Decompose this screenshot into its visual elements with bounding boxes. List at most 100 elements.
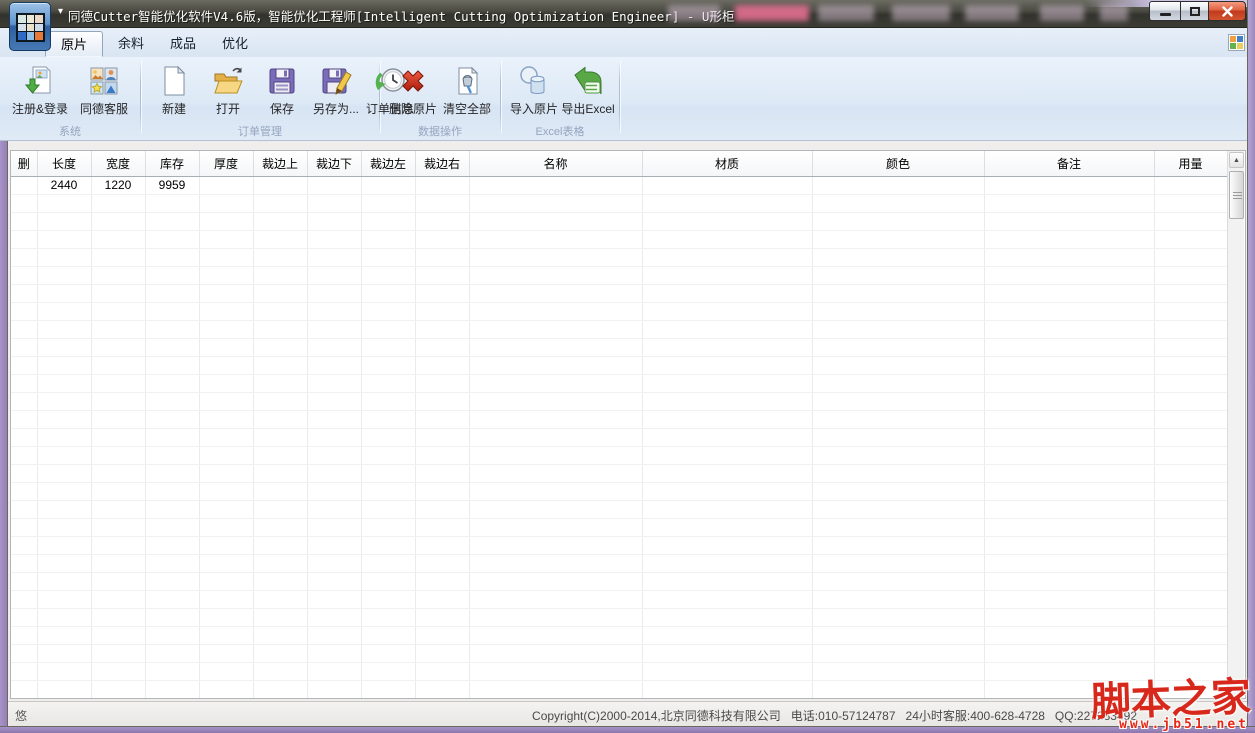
table-cell[interactable] [37,212,91,230]
table-cell[interactable] [37,662,91,680]
table-cell[interactable] [984,410,1154,428]
table-cell[interactable] [11,662,37,680]
table-cell[interactable] [11,482,37,500]
table-cell[interactable] [812,194,984,212]
scroll-up-button[interactable]: ▲ [1229,152,1244,168]
table-cell[interactable] [642,572,812,590]
table-cell[interactable] [469,608,642,626]
table-cell[interactable] [361,194,415,212]
table-cell[interactable] [199,482,253,500]
table-cell[interactable] [199,194,253,212]
table-cell[interactable] [361,356,415,374]
table-cell[interactable] [307,302,361,320]
table-cell[interactable] [91,302,145,320]
table-cell[interactable] [253,554,307,572]
table-cell[interactable] [415,356,469,374]
table-cell[interactable] [145,392,199,410]
table-cell[interactable] [469,446,642,464]
table-cell[interactable] [812,338,984,356]
app-menu-button[interactable] [9,2,51,51]
table-cell[interactable] [812,374,984,392]
table-cell[interactable] [642,356,812,374]
table-cell[interactable] [469,644,642,662]
table-cell[interactable] [415,536,469,554]
table-cell[interactable] [253,428,307,446]
table-cell[interactable] [984,662,1154,680]
table-cell[interactable] [642,284,812,302]
table-cell[interactable] [199,284,253,302]
table-cell[interactable] [253,500,307,518]
table-cell[interactable] [253,338,307,356]
table-cell[interactable] [469,194,642,212]
table-cell[interactable] [145,446,199,464]
table-cell[interactable] [1154,626,1227,644]
table-cell[interactable] [145,374,199,392]
table-cell[interactable] [642,590,812,608]
table-cell[interactable] [415,680,469,698]
table-cell[interactable] [812,590,984,608]
table-cell[interactable] [11,590,37,608]
table-cell[interactable] [812,482,984,500]
close-button[interactable] [1208,1,1246,21]
table-cell[interactable] [307,536,361,554]
table-cell[interactable] [91,626,145,644]
table-cell[interactable] [361,626,415,644]
table-cell[interactable] [469,500,642,518]
table-cell[interactable] [812,212,984,230]
table-cell[interactable] [642,302,812,320]
table-cell[interactable] [91,590,145,608]
column-header[interactable]: 裁边下 [307,151,361,176]
table-cell[interactable] [415,428,469,446]
table-cell[interactable] [415,608,469,626]
scrollbar-thumb[interactable] [1229,171,1244,219]
table-cell[interactable] [469,410,642,428]
table-cell[interactable] [37,572,91,590]
table-cell[interactable] [812,410,984,428]
tab-yuanpian[interactable]: 原片 [45,31,103,57]
table-cell[interactable] [361,392,415,410]
table-cell[interactable] [642,410,812,428]
table-cell[interactable] [145,464,199,482]
table-cell[interactable] [11,392,37,410]
table-cell[interactable] [199,302,253,320]
table-cell[interactable] [199,662,253,680]
table-cell[interactable] [145,536,199,554]
table-cell[interactable] [11,428,37,446]
table-cell[interactable] [11,536,37,554]
table-cell[interactable] [1154,536,1227,554]
table-cell[interactable] [984,464,1154,482]
table-cell[interactable] [984,500,1154,518]
table-cell[interactable] [1154,608,1227,626]
table-cell[interactable] [415,644,469,662]
table-cell[interactable] [91,482,145,500]
table-cell[interactable] [415,446,469,464]
table-cell[interactable] [1154,392,1227,410]
table-cell[interactable] [1154,230,1227,248]
table-cell[interactable] [11,518,37,536]
table-cell[interactable] [1154,446,1227,464]
table-cell[interactable] [415,194,469,212]
table-cell[interactable] [469,392,642,410]
table-cell[interactable] [91,428,145,446]
table-cell[interactable] [91,680,145,698]
column-header[interactable]: 裁边上 [253,151,307,176]
table-cell[interactable] [361,500,415,518]
table-cell[interactable] [812,464,984,482]
table-cell[interactable] [469,482,642,500]
table-cell[interactable] [984,518,1154,536]
table-cell[interactable] [361,302,415,320]
table-cell[interactable] [253,482,307,500]
table-cell[interactable] [984,266,1154,284]
table-cell[interactable] [469,518,642,536]
table-cell[interactable] [812,446,984,464]
table-cell[interactable] [307,464,361,482]
table-cell[interactable] [37,230,91,248]
table-cell[interactable] [415,338,469,356]
table-cell[interactable] [642,428,812,446]
table-cell[interactable] [145,662,199,680]
table-cell[interactable] [307,428,361,446]
table-cell[interactable] [642,608,812,626]
sheet-table[interactable]: 删长度宽度库存厚度裁边上裁边下裁边左裁边右名称材质颜色备注用量244012209… [11,151,1228,699]
table-cell[interactable] [37,518,91,536]
table-cell[interactable] [361,644,415,662]
